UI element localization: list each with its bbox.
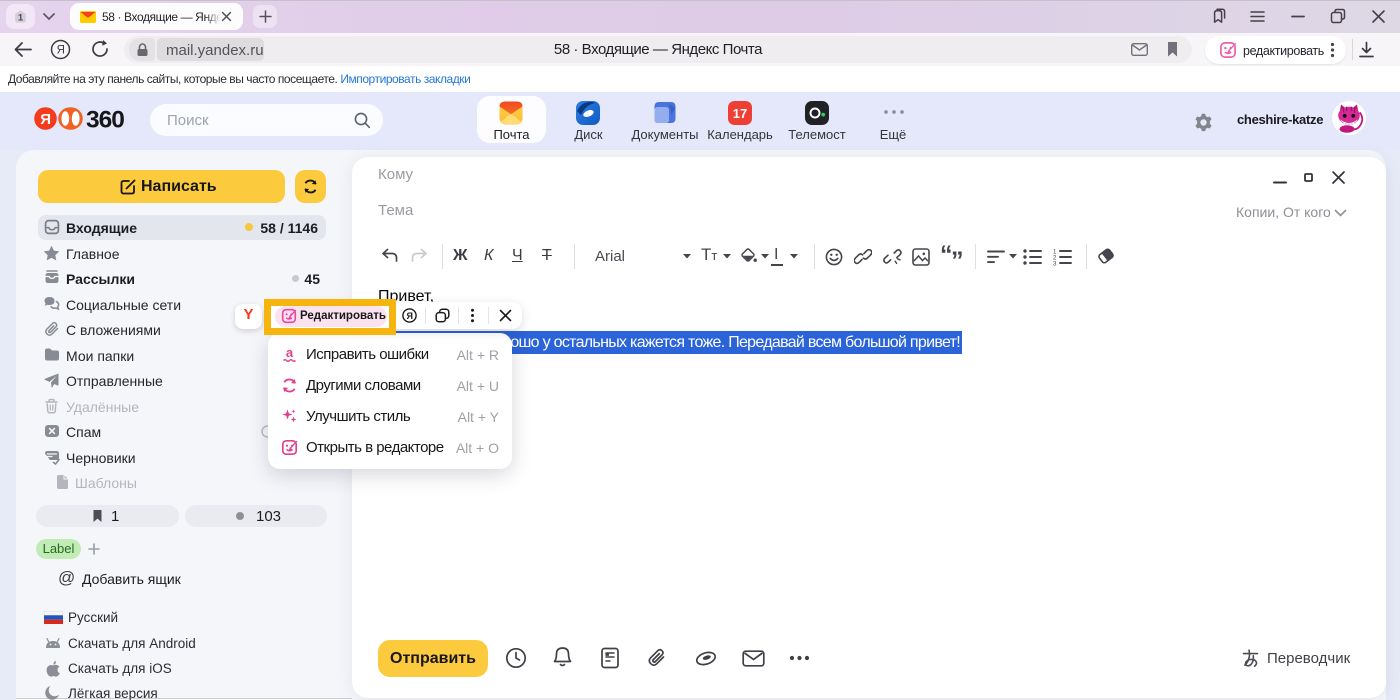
- svg-text:360: 360: [86, 107, 124, 132]
- svg-text:Я: Я: [57, 45, 65, 57]
- svg-text:1: 1: [18, 13, 24, 24]
- svg-text:3: 3: [1053, 261, 1057, 266]
- svg-text:a: a: [286, 346, 294, 360]
- svg-text:Я: Я: [40, 111, 51, 128]
- svg-text:Я: Я: [406, 311, 412, 321]
- svg-text:17: 17: [733, 106, 747, 121]
